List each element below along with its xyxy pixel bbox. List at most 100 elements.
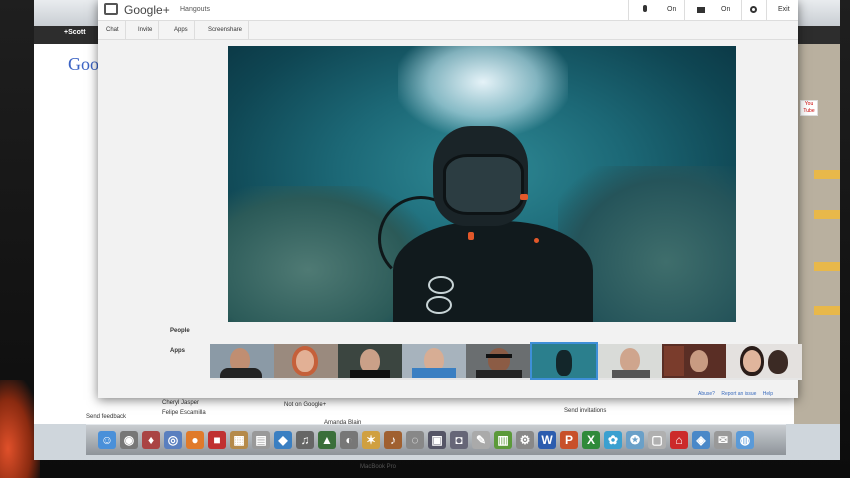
hangout-footer: Abuse? Report an issue Help bbox=[698, 391, 773, 397]
app-icon[interactable]: ✎ bbox=[472, 431, 490, 449]
participant-shirt bbox=[476, 370, 522, 378]
app-icon[interactable]: ◈ bbox=[692, 431, 710, 449]
excel-icon[interactable]: X bbox=[582, 431, 600, 449]
participant-shirt bbox=[220, 368, 262, 378]
gear-icon bbox=[750, 6, 757, 13]
firefox-icon[interactable]: ● bbox=[186, 431, 204, 449]
main-video bbox=[228, 46, 736, 322]
participant-shirt bbox=[612, 370, 650, 378]
diver-body bbox=[393, 221, 593, 322]
participant-strip bbox=[210, 342, 802, 380]
settings-button[interactable] bbox=[741, 0, 766, 20]
orange-marker bbox=[520, 194, 528, 200]
participant-shirt bbox=[350, 370, 390, 378]
mic-toggle[interactable]: On bbox=[628, 0, 684, 20]
participant-thumbnail[interactable] bbox=[662, 344, 726, 378]
dashboard-icon[interactable]: ◉ bbox=[120, 431, 138, 449]
report-issue-link[interactable]: Report an issue bbox=[721, 391, 756, 397]
participant-face bbox=[743, 350, 761, 372]
participant-thumbnail-selected[interactable] bbox=[530, 342, 598, 380]
participant-thumbnail[interactable] bbox=[598, 344, 662, 378]
diver-visor bbox=[443, 154, 524, 215]
word-icon[interactable]: W bbox=[538, 431, 556, 449]
powerpoint-icon[interactable]: P bbox=[560, 431, 578, 449]
tab-invite[interactable]: Invite bbox=[132, 21, 160, 39]
participant-thumbnail[interactable] bbox=[274, 344, 338, 378]
mic-status: On bbox=[667, 6, 677, 13]
diver-ring bbox=[428, 276, 454, 294]
app-icon[interactable]: ▢ bbox=[648, 431, 666, 449]
side-label bbox=[814, 210, 840, 219]
tab-apps[interactable]: Apps bbox=[168, 21, 195, 39]
hangouts-logo-icon bbox=[104, 3, 118, 15]
exit-button[interactable]: Exit bbox=[766, 0, 799, 20]
app-icon[interactable]: ✉ bbox=[714, 431, 732, 449]
participant-diver bbox=[556, 350, 572, 376]
acrobat-icon[interactable]: ⌂ bbox=[670, 431, 688, 449]
participant-face bbox=[690, 350, 708, 372]
camera-icon bbox=[697, 7, 705, 13]
camera-toggle[interactable]: On bbox=[684, 0, 741, 20]
app-icon[interactable]: ♦ bbox=[142, 431, 160, 449]
app-icon[interactable]: ⚙ bbox=[516, 431, 534, 449]
participant-thumbnail[interactable] bbox=[338, 344, 402, 378]
participant-face bbox=[488, 348, 510, 372]
participant-thumbnail[interactable] bbox=[466, 344, 530, 378]
app-icon[interactable]: ◍ bbox=[736, 431, 754, 449]
finder-icon[interactable]: ☺ bbox=[98, 431, 116, 449]
app-icon[interactable]: ✶ bbox=[362, 431, 380, 449]
people-menu-item[interactable]: People bbox=[170, 328, 190, 334]
participant-thumbnail[interactable] bbox=[402, 344, 466, 378]
microphone-icon bbox=[643, 5, 647, 12]
app-icon[interactable]: ◆ bbox=[274, 431, 292, 449]
app-icon[interactable]: ✪ bbox=[626, 431, 644, 449]
send-feedback-link[interactable]: Send feedback bbox=[86, 414, 126, 420]
tab-chat[interactable]: Chat bbox=[100, 21, 126, 39]
orange-marker bbox=[468, 232, 474, 240]
orange-marker bbox=[534, 238, 539, 243]
calendar-icon[interactable]: ▤ bbox=[252, 431, 270, 449]
google-plus-user-link[interactable]: +Scott bbox=[64, 29, 86, 36]
side-label bbox=[814, 262, 840, 271]
contact-2[interactable]: Felipe Escamilla bbox=[162, 410, 206, 416]
abuse-link[interactable]: Abuse? bbox=[698, 391, 715, 397]
participant-thumbnail[interactable] bbox=[210, 344, 274, 378]
safari-icon[interactable]: ◎ bbox=[164, 431, 182, 449]
app-name: Hangouts bbox=[180, 6, 210, 13]
participant-face bbox=[296, 350, 314, 372]
side-label bbox=[814, 306, 840, 315]
hangout-left-menu: People Apps bbox=[158, 322, 204, 398]
camera-status: On bbox=[721, 6, 731, 13]
hangout-window: Google+ Hangouts On On Exit Chat Invite … bbox=[98, 0, 802, 398]
app-icon[interactable]: ◘ bbox=[450, 431, 468, 449]
app-icon[interactable]: ▦ bbox=[230, 431, 248, 449]
apps-menu-item[interactable]: Apps bbox=[170, 348, 185, 354]
bookshelf bbox=[664, 346, 684, 376]
send-invitations-link[interactable]: Send invitations bbox=[564, 408, 606, 414]
app-icon[interactable]: ◐ bbox=[340, 431, 358, 449]
brand-name: Google+ bbox=[124, 3, 170, 17]
participant-thumbnail[interactable] bbox=[726, 344, 802, 378]
youtube-icon[interactable]: You Tube bbox=[800, 100, 818, 116]
not-on-google-plus[interactable]: Not on Google+ bbox=[284, 402, 326, 408]
app-icon[interactable]: ♪ bbox=[384, 431, 402, 449]
hangout-tabs: Chat Invite Apps Screenshare bbox=[98, 21, 798, 40]
tab-screenshare[interactable]: Screenshare bbox=[202, 21, 250, 39]
app-icon[interactable]: ▲ bbox=[318, 431, 336, 449]
diver-ring bbox=[426, 296, 452, 314]
app-icon[interactable]: ◌ bbox=[406, 431, 424, 449]
google-logo: Goo bbox=[68, 54, 99, 74]
app-icon[interactable]: ▥ bbox=[494, 431, 512, 449]
app-icon[interactable]: ✿ bbox=[604, 431, 622, 449]
app-icon[interactable]: ■ bbox=[208, 431, 226, 449]
itunes-icon[interactable]: ♫ bbox=[296, 431, 314, 449]
laptop-label: MacBook Pro bbox=[360, 464, 397, 470]
help-link[interactable]: Help bbox=[763, 391, 773, 397]
app-icon[interactable]: ▣ bbox=[428, 431, 446, 449]
side-label bbox=[814, 170, 840, 179]
contact-1[interactable]: Cheryl Jasper bbox=[162, 400, 199, 406]
exit-label: Exit bbox=[778, 6, 790, 13]
air-bubbles bbox=[398, 46, 568, 136]
participant-face bbox=[620, 348, 640, 372]
participant-shirt bbox=[412, 368, 456, 378]
